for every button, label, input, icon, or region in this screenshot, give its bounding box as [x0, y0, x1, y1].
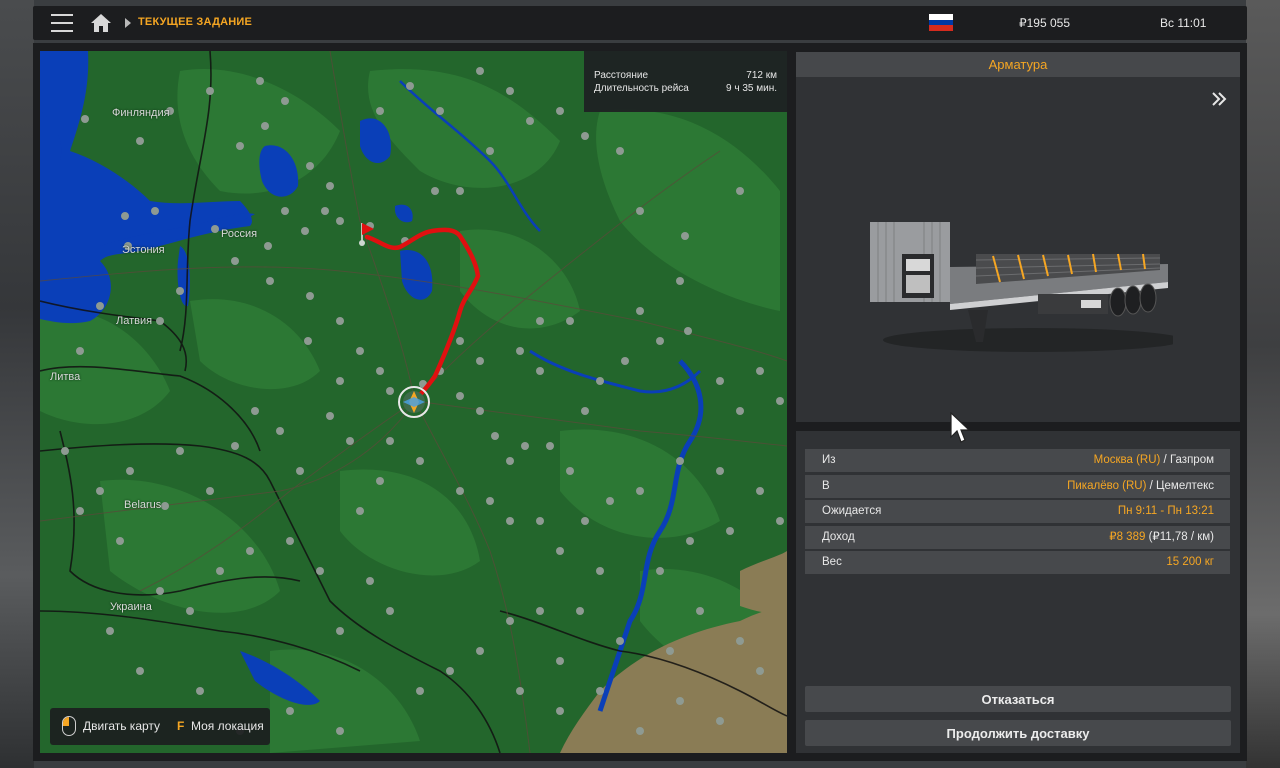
- mouse-icon: [62, 716, 76, 736]
- route-map[interactable]: Финляндия Эстония Россия Латвия Литва Be…: [40, 51, 787, 753]
- to-company: / Цемелтекс: [1146, 480, 1214, 492]
- next-arrow-icon[interactable]: [1211, 92, 1227, 106]
- duration-label: Длительность рейса: [594, 83, 689, 94]
- income-amount: ₽8 389: [1109, 531, 1146, 543]
- mouse-cursor-icon: [950, 412, 971, 443]
- expected-value: Пн 9:11 - Пн 13:21: [1117, 505, 1214, 517]
- russia-flag-icon: [929, 14, 953, 31]
- map-label-latvia: Латвия: [116, 315, 153, 327]
- distance-label: Расстояние: [594, 70, 649, 81]
- duration-value: 9 ч 35 мин.: [726, 83, 777, 94]
- route-info-box: Расстояние 712 км Длительность рейса 9 ч…: [584, 51, 787, 112]
- continue-delivery-button[interactable]: Продолжить доставку: [805, 720, 1231, 746]
- cargo-name: Арматура: [796, 52, 1240, 77]
- map-label-ukraine: Украина: [110, 601, 152, 613]
- from-label: Из: [822, 454, 836, 466]
- map-label-estonia: Эстония: [122, 244, 165, 256]
- distance-value: 712 км: [746, 70, 777, 81]
- to-city: Пикалёво (RU): [1067, 480, 1147, 492]
- key-f-hint: F: [177, 719, 185, 733]
- detail-row-from: Из Москва (RU) / Газпром: [805, 449, 1230, 472]
- weight-value: 15 200 кг: [1166, 556, 1214, 568]
- map-label-russia: Россия: [221, 228, 258, 240]
- income-rate: (₽11,78 / км): [1145, 531, 1214, 543]
- detail-row-income: Доход ₽8 389 (₽11,78 / км): [805, 526, 1230, 549]
- detail-row-to: В Пикалёво (RU) / Цемелтекс: [805, 475, 1230, 498]
- weight-label: Вес: [822, 556, 842, 568]
- breadcrumb-arrow-icon: [125, 18, 131, 28]
- background-left: [0, 0, 34, 768]
- cargo-preview-panel: Арматура: [796, 52, 1240, 422]
- from-city: Москва (RU): [1093, 454, 1161, 466]
- detail-row-expected: Ожидается Пн 9:11 - Пн 13:21: [805, 500, 1230, 523]
- map-label-belarus: Belarus: [124, 499, 162, 511]
- map-canvas: [40, 51, 787, 753]
- trailer-image: [870, 222, 1173, 352]
- from-value: Москва (RU) / Газпром: [1094, 449, 1214, 472]
- home-icon[interactable]: [90, 13, 112, 33]
- to-label: В: [822, 480, 830, 492]
- income-value: ₽8 389 (₽11,78 / км): [1109, 526, 1214, 549]
- map-label-finland: Финляндия: [112, 107, 170, 119]
- income-label: Доход: [822, 531, 855, 543]
- move-map-label[interactable]: Двигать карту: [83, 719, 160, 733]
- money-balance: ₽195 055: [1019, 16, 1071, 30]
- map-label-lithuania: Литва: [50, 371, 81, 383]
- to-value: Пикалёво (RU) / Цемелтекс: [1067, 475, 1214, 498]
- game-time: Вс 11:01: [1160, 16, 1207, 30]
- expected-label: Ожидается: [822, 505, 882, 517]
- top-bar: ТЕКУЩЕЕ ЗАДАНИЕ ₽195 055 Вс 11:01: [33, 6, 1247, 40]
- detail-row-weight: Вес 15 200 кг: [805, 551, 1230, 574]
- duration-row: Длительность рейса 9 ч 35 мин.: [594, 83, 777, 94]
- map-controls: Двигать карту F Моя локация: [50, 708, 270, 745]
- my-location-label[interactable]: Моя локация: [191, 719, 264, 733]
- breadcrumb-current: ТЕКУЩЕЕ ЗАДАНИЕ: [138, 16, 253, 28]
- menu-icon[interactable]: [51, 14, 73, 32]
- background-right: [1246, 0, 1280, 768]
- from-company: / Газпром: [1160, 454, 1214, 466]
- distance-row: Расстояние 712 км: [594, 70, 777, 81]
- decline-button[interactable]: Отказаться: [805, 686, 1231, 712]
